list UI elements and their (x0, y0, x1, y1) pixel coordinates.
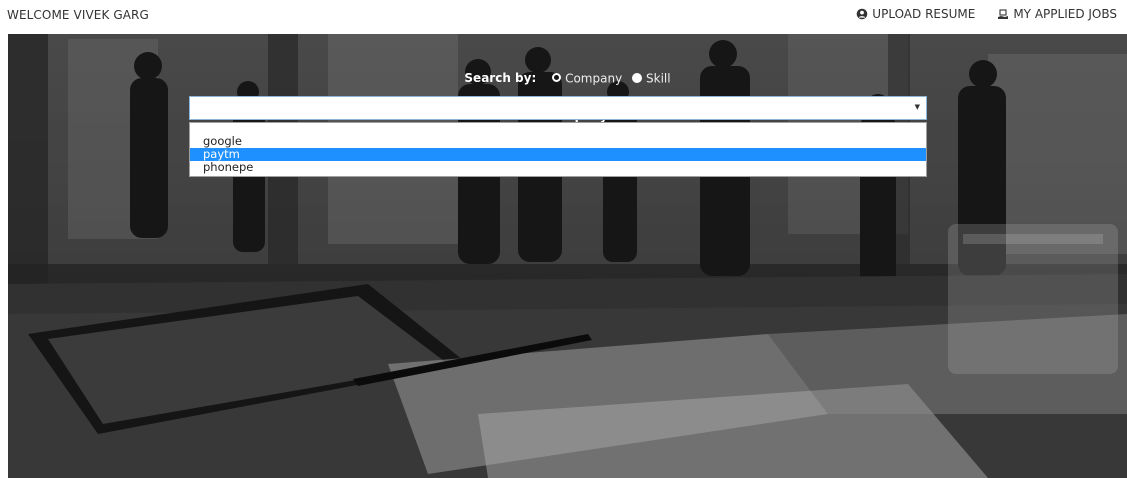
my-applied-jobs-label: MY APPLIED JOBS (1013, 7, 1117, 21)
upload-resume-link[interactable]: UPLOAD RESUME (856, 7, 975, 21)
top-nav-bar: WELCOME VIVEK GARG UPLOAD RESUME MY APPL… (0, 0, 1127, 34)
company-radio[interactable] (552, 73, 562, 82)
search-by-row: Search by: Company Skill (8, 71, 1127, 86)
company-select[interactable]: ▼ (189, 96, 927, 120)
upload-resume-label: UPLOAD RESUME (872, 7, 976, 21)
dropdown-option-paytm[interactable]: paytm (190, 148, 926, 161)
skill-option-label: Skill (646, 71, 671, 86)
dropdown-caret-icon[interactable]: ▼ (915, 103, 920, 111)
header-nav: UPLOAD RESUME MY APPLIED JOBS (856, 7, 1117, 21)
company-dropdown-list: google paytm phonepe (189, 122, 927, 177)
user-circle-icon (856, 8, 868, 20)
skill-radio[interactable] (632, 72, 642, 83)
my-applied-jobs-link[interactable]: MY APPLIED JOBS (997, 7, 1117, 21)
company-option-label: Company (565, 71, 623, 86)
dropdown-option-phonepe[interactable]: phonepe (190, 161, 926, 174)
dropdown-option-google[interactable]: google (190, 135, 926, 148)
welcome-text: WELCOME VIVEK GARG (7, 8, 149, 22)
briefcase-hand-icon (998, 9, 1009, 19)
search-by-label: Search by: (464, 71, 537, 85)
